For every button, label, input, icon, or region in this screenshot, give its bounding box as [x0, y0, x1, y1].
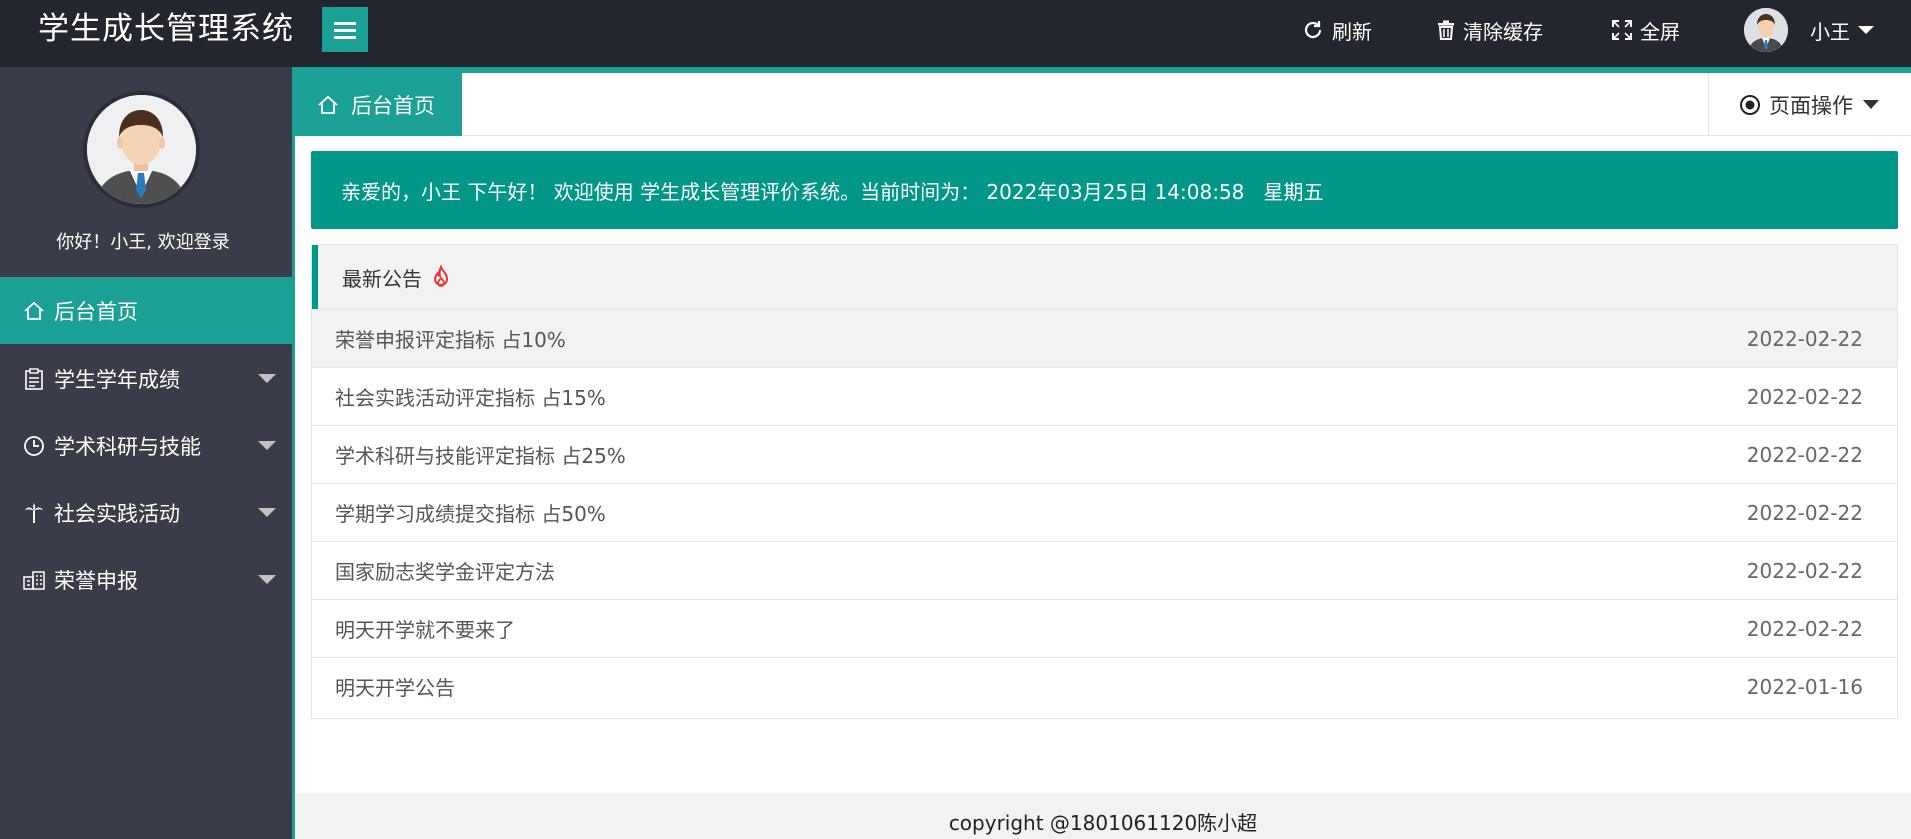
- notice-item[interactable]: 学术科研与技能评定指标 占25% 2022-02-22: [312, 425, 1897, 483]
- fire-icon: [430, 265, 452, 289]
- trash-icon: [1437, 20, 1455, 40]
- sidebar-item-label: 社会实践活动: [54, 501, 180, 526]
- notice-title: 学术科研与技能评定指标 占25%: [335, 444, 626, 468]
- sidebar-item-label: 学术科研与技能: [54, 434, 201, 459]
- notice-date: 2022-01-16: [1746, 674, 1863, 699]
- chevron-down-icon: [258, 575, 276, 584]
- sidebar-item-academic-scores[interactable]: 学生学年成绩: [0, 345, 292, 412]
- notice-item[interactable]: 学期学习成绩提交指标 占50% 2022-02-22: [312, 483, 1897, 541]
- notice-date: 2022-02-22: [1746, 442, 1863, 467]
- clear-cache-button[interactable]: 清除缓存: [1437, 12, 1543, 48]
- notice-title: 明天开学公告: [335, 676, 455, 700]
- tabs-bar: 后台首页 页面操作: [295, 73, 1911, 136]
- welcome-message: 你好！小王, 欢迎登录: [56, 232, 230, 253]
- home-icon: [22, 299, 46, 323]
- sidebar-item-social-practice[interactable]: 社会实践活动: [0, 479, 292, 546]
- notice-date: 2022-02-22: [1746, 384, 1863, 409]
- notice-date: 2022-02-22: [1746, 558, 1863, 583]
- notice-item[interactable]: 明天开学就不要来了 2022-02-22: [312, 599, 1897, 657]
- fullscreen-button[interactable]: 全屏: [1612, 12, 1680, 48]
- notice-item[interactable]: 国家励志奖学金评定方法 2022-02-22: [312, 541, 1897, 599]
- notice-date: 2022-02-22: [1746, 616, 1863, 641]
- clock-icon: [22, 434, 46, 458]
- sidebar-item-honors[interactable]: 荣誉申报: [0, 546, 292, 613]
- chevron-down-icon: [258, 508, 276, 517]
- radio-dot-icon: [1739, 94, 1761, 116]
- notice-item[interactable]: 社会实践活动评定指标 占15% 2022-02-22: [312, 367, 1897, 425]
- sidebar-item-home[interactable]: 后台首页: [0, 277, 292, 344]
- palm-tree-icon: [22, 501, 46, 525]
- notice-item[interactable]: 荣誉申报评定指标 占10% 2022-02-22: [312, 309, 1897, 367]
- home-icon: [317, 94, 339, 116]
- notice-panel: 最新公告 荣誉申报评定指标 占10% 2022-02-22 社会实践活动评定指标…: [311, 244, 1898, 719]
- notice-date: 2022-02-22: [1746, 326, 1863, 351]
- app-title: 学生成长管理系统: [38, 11, 294, 47]
- notice-item[interactable]: 明天开学公告 2022-01-16: [312, 657, 1897, 715]
- buildings-icon: [22, 568, 46, 592]
- greeting-text: 亲爱的，小王 下午好！ 欢迎使用 学生成长管理评价系统。当前时间为： 2022年…: [341, 179, 1324, 204]
- copyright-text: copyright @1801061120陈小超: [948, 811, 1258, 835]
- chevron-down-icon: [258, 441, 276, 450]
- tab-home[interactable]: 后台首页: [295, 73, 462, 136]
- clear-cache-label: 清除缓存: [1463, 19, 1543, 44]
- refresh-button[interactable]: 刷新: [1302, 12, 1372, 48]
- sidebar-item-research-skills[interactable]: 学术科研与技能: [0, 412, 292, 479]
- refresh-icon: [1302, 19, 1324, 41]
- sidebar-item-label: 学生学年成绩: [54, 367, 180, 392]
- user-name: 小王: [1810, 19, 1850, 44]
- user-menu[interactable]: 小王: [1744, 8, 1874, 52]
- sidebar-divider: [292, 67, 295, 839]
- notice-title: 学期学习成绩提交指标 占50%: [335, 502, 606, 526]
- page-operations-dropdown[interactable]: 页面操作: [1708, 73, 1911, 136]
- hamburger-icon: [334, 20, 356, 40]
- sidebar-item-label: 荣誉申报: [54, 568, 138, 593]
- fullscreen-icon: [1612, 20, 1632, 40]
- profile-avatar: [83, 91, 200, 208]
- notice-title: 荣誉申报评定指标 占10%: [335, 328, 566, 352]
- top-header: 学生成长管理系统 刷新 清除缓存 全屏 小王: [0, 0, 1911, 67]
- refresh-label: 刷新: [1332, 19, 1372, 44]
- page-operations-label: 页面操作: [1769, 93, 1853, 118]
- chevron-down-icon: [258, 374, 276, 383]
- notice-panel-header: 最新公告: [312, 245, 1897, 309]
- notice-title: 明天开学就不要来了: [335, 618, 515, 642]
- user-avatar: [1744, 8, 1788, 52]
- chevron-down-icon: [1863, 100, 1879, 109]
- notice-title: 国家励志奖学金评定方法: [335, 560, 555, 584]
- tab-home-label: 后台首页: [351, 93, 435, 118]
- chevron-down-icon: [1858, 26, 1874, 34]
- notice-panel-title: 最新公告: [342, 266, 422, 291]
- sidebar-item-label: 后台首页: [54, 299, 138, 324]
- notice-date: 2022-02-22: [1746, 500, 1863, 525]
- fullscreen-label: 全屏: [1640, 19, 1680, 44]
- menu-toggle-button[interactable]: [322, 7, 368, 52]
- notice-title: 社会实践活动评定指标 占15%: [335, 386, 606, 410]
- clipboard-icon: [22, 367, 46, 391]
- greeting-banner: 亲爱的，小王 下午好！ 欢迎使用 学生成长管理评价系统。当前时间为： 2022年…: [311, 151, 1898, 229]
- footer: copyright @1801061120陈小超: [295, 793, 1911, 839]
